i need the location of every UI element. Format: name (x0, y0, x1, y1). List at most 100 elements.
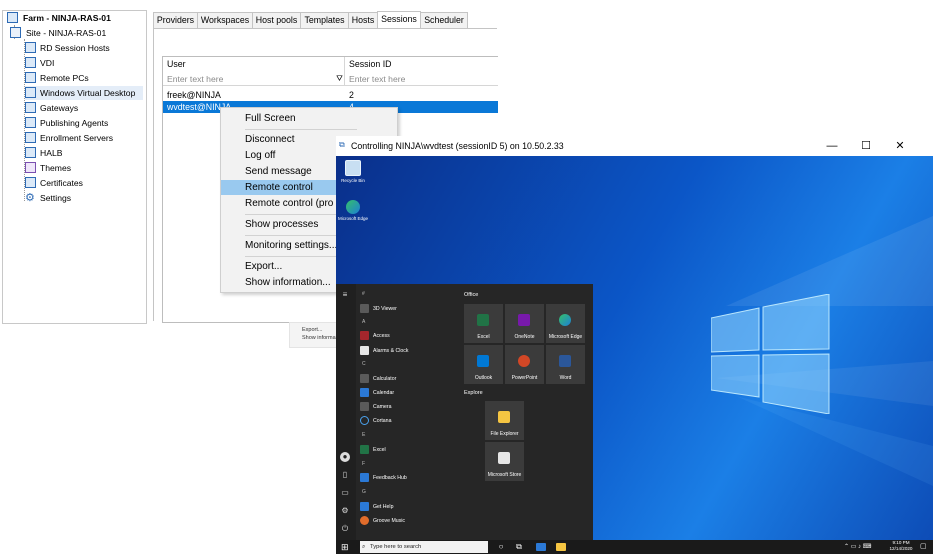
session-id-filter-input[interactable]: Enter text here (345, 72, 498, 86)
app-calculator[interactable]: Calculator (360, 373, 396, 385)
tile-excel[interactable]: Excel (464, 304, 503, 343)
tree-item-label: Remote PCs (40, 73, 89, 83)
remote-window-title: Controlling NINJA\wvdtest (sessionID 5) … (351, 141, 564, 151)
menu-item-send-message[interactable]: Send message (221, 164, 337, 179)
remote-pc-icon (25, 72, 36, 83)
tab-workspaces[interactable]: Workspaces (197, 12, 253, 28)
table-row[interactable]: 2 (345, 89, 498, 101)
filter-icon[interactable]: ⛛ (335, 73, 344, 85)
gear-icon: ⚙ (25, 192, 35, 204)
onenote-icon (518, 314, 530, 326)
app-alarms-clock[interactable]: Alarms & Clock (360, 345, 408, 357)
app-excel[interactable]: Excel (360, 444, 386, 456)
folder-taskbar-icon[interactable] (556, 543, 566, 551)
menu-item-show-processes[interactable]: Show processes (221, 217, 337, 232)
tile-file-explorer[interactable]: File Explorer (485, 401, 524, 440)
app-get-help[interactable]: Get Help (360, 501, 393, 513)
menu-separator (245, 129, 357, 130)
menu-item-remote-control-prompt[interactable]: Remote control (pro (221, 196, 337, 211)
task-view-icon[interactable]: ○ (496, 542, 506, 552)
tile-word[interactable]: Word (546, 345, 585, 384)
edge-taskbar-icon[interactable] (536, 543, 546, 551)
pictures-icon[interactable]: ▭ (340, 488, 350, 498)
navigation-tree: Farm - NINJA-RAS-01 Site - NINJA-RAS-01 … (2, 10, 147, 324)
menu-item-log-off[interactable]: Log off (221, 148, 337, 163)
vdi-icon (25, 57, 36, 68)
app-cortana[interactable]: Cortana (360, 415, 391, 427)
tab-host-pools[interactable]: Host pools (252, 12, 301, 28)
user-avatar-icon[interactable]: ● (340, 452, 350, 462)
themes-icon (25, 162, 36, 173)
app-group-letter: # (362, 291, 365, 297)
app-calendar[interactable]: Calendar (360, 387, 394, 399)
app-label: Calculator (373, 376, 397, 382)
column-header-session-id[interactable]: Session ID (345, 57, 498, 72)
menu-item-show-information[interactable]: Show information... (221, 275, 337, 290)
tree-item-label: HALB (40, 148, 63, 158)
app-label: Groove Music (373, 518, 405, 524)
rdsh-icon (25, 42, 36, 53)
tree-item-label: Settings (40, 193, 72, 203)
tile-microsoft-store[interactable]: Microsoft Store (485, 442, 524, 481)
menu-item-disconnect[interactable]: Disconnect (221, 132, 337, 147)
tree-item-label: Themes (40, 163, 72, 173)
start-button[interactable]: ⊞ (341, 542, 351, 552)
app-feedback-hub[interactable]: Feedback Hub (360, 472, 407, 484)
app-label: Feedback Hub (373, 475, 407, 481)
taskbar-clock[interactable]: 9:10 PM 12/14/2020 (885, 540, 917, 552)
tile-microsoft-edge[interactable]: Microsoft Edge (546, 304, 585, 343)
remote-window-titlebar[interactable]: ⧉ Controlling NINJA\wvdtest (sessionID 5… (336, 136, 933, 156)
tab-scheduler[interactable]: Scheduler (420, 12, 468, 28)
app-group-letter: A (362, 319, 366, 325)
taskbar-search-input[interactable]: ⌕ Type here to search (360, 541, 488, 553)
minimize-button[interactable]: — (820, 138, 844, 154)
start-menu-rail: ≡ ● ▯ ▭ ⚙ ⏻ (336, 284, 356, 540)
menu-item-remote-control[interactable]: Remote control (221, 180, 337, 195)
feedback-hub-icon (360, 473, 369, 483)
power-icon[interactable]: ⏻ (340, 524, 350, 534)
close-button[interactable]: ✕ (888, 138, 912, 154)
table-row[interactable]: freek@NINJA (163, 89, 345, 101)
user-filter-input[interactable]: Enter text here (163, 72, 345, 86)
tile-label: OneNote (514, 334, 535, 340)
menu-item-export[interactable]: Export... (221, 259, 337, 274)
maximize-button[interactable]: ☐ (854, 138, 878, 154)
app-3d-viewer[interactable]: 3D Viewer (360, 303, 397, 315)
hamburger-icon[interactable]: ≡ (340, 290, 350, 300)
settings-icon[interactable]: ⚙ (340, 506, 350, 516)
cell-session-id: 2 (349, 90, 354, 100)
desktop-icon-recycle-bin[interactable]: Recycle Bin (336, 160, 370, 183)
tab-templates[interactable]: Templates (300, 12, 349, 28)
tree-item-label: VDI (40, 58, 55, 68)
tab-sessions[interactable]: Sessions (377, 11, 421, 29)
tile-outlook[interactable]: Outlook (464, 345, 503, 384)
excel-icon (477, 314, 489, 326)
remote-control-icon: ⧉ (339, 140, 345, 149)
remote-control-window: ⧉ Controlling NINJA\wvdtest (sessionID 5… (336, 136, 933, 554)
documents-icon[interactable]: ▯ (340, 470, 350, 480)
system-tray-icons[interactable]: ⌃ ▭ ♪ ⌨ (844, 542, 871, 552)
menu-item-monitoring-settings[interactable]: Monitoring settings... (221, 238, 337, 253)
calculator-icon (360, 374, 369, 384)
remote-desktop[interactable]: Recycle Bin Microsoft Edge ≡ ● ▯ ▭ ⚙ ⏻ #… (336, 156, 933, 540)
tab-providers[interactable]: Providers (153, 12, 198, 28)
desktop-icon-edge[interactable]: Microsoft Edge (336, 200, 370, 221)
app-groove-music[interactable]: Groove Music (360, 515, 405, 527)
folder-icon (498, 411, 510, 423)
notification-icon[interactable]: ▢ (920, 542, 929, 551)
tab-hosts[interactable]: Hosts (348, 12, 378, 28)
powerpoint-icon (518, 355, 530, 367)
column-header-user[interactable]: User (163, 57, 345, 72)
tile-powerpoint[interactable]: PowerPoint (505, 345, 544, 384)
access-icon (360, 331, 369, 341)
tile-onenote[interactable]: OneNote (505, 304, 544, 343)
tree-item-label: Windows Virtual Desktop (40, 88, 136, 98)
menu-item-full-screen[interactable]: Full Screen (221, 111, 337, 126)
task-switcher-icon[interactable]: ⧉ (514, 542, 524, 552)
groove-music-icon (360, 516, 369, 526)
tree-item-label: Enrollment Servers (40, 133, 114, 143)
app-group-letter: F (362, 461, 366, 467)
app-camera[interactable]: Camera (360, 401, 391, 413)
app-access[interactable]: Access (360, 330, 390, 342)
tree-item-windows-virtual-desktop[interactable]: Windows Virtual Desktop (25, 86, 143, 100)
